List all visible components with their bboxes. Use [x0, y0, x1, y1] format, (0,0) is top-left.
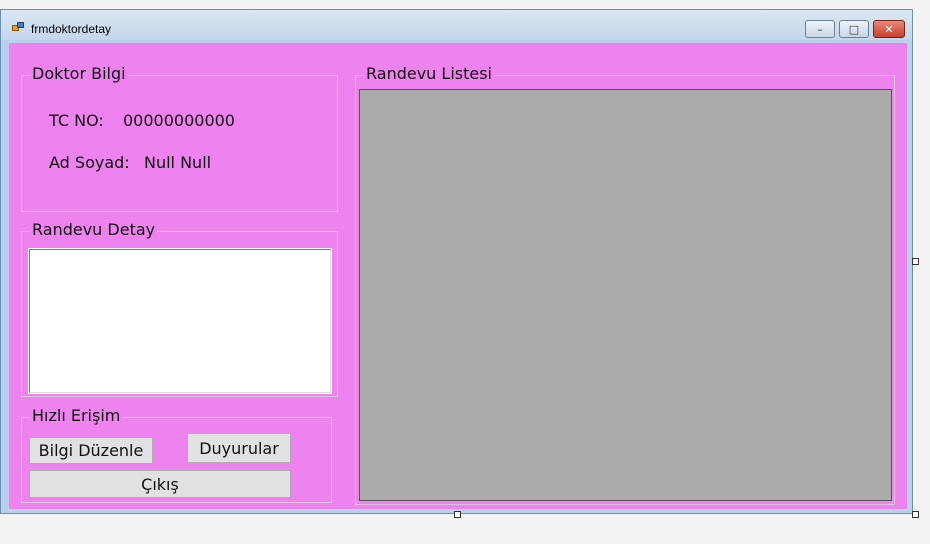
window-title: frmdoktordetay [31, 22, 112, 36]
app-icon [12, 22, 24, 32]
resize-handle-corner[interactable] [912, 511, 919, 518]
randevu-detay-textbox[interactable] [28, 248, 332, 394]
resize-handle-bottom[interactable] [454, 511, 461, 518]
minimize-button[interactable]: – [805, 20, 835, 38]
tc-no-value: 00000000000 [123, 111, 235, 130]
form-window: frmdoktordetay – □ ✕ Doktor Bilgi TC NO:… [0, 9, 913, 514]
form-client-area: Doktor Bilgi TC NO: 00000000000 Ad Soyad… [9, 43, 907, 509]
maximize-button[interactable]: □ [839, 20, 869, 38]
randevu-listesi-title: Randevu Listesi [364, 64, 494, 83]
tc-no-label: TC NO: [49, 111, 104, 130]
ad-soyad-value: Null Null [144, 153, 212, 172]
bilgi-duzenle-button[interactable]: Bilgi Düzenle [29, 437, 153, 464]
randevu-detay-title: Randevu Detay [30, 220, 158, 239]
cikis-button[interactable]: Çıkış [29, 470, 291, 498]
ad-soyad-label: Ad Soyad: [49, 153, 130, 172]
doktor-bilgi-title: Doktor Bilgi [30, 64, 128, 83]
randevu-listesi-datagrid[interactable] [359, 89, 892, 501]
title-bar[interactable]: frmdoktordetay – □ ✕ [1, 10, 912, 40]
hizli-erisim-title: Hızlı Erişim [30, 406, 123, 425]
resize-handle-right[interactable] [912, 258, 919, 265]
duyurular-button[interactable]: Duyurular [187, 433, 291, 463]
close-button[interactable]: ✕ [873, 20, 905, 38]
doktor-bilgi-group: Doktor Bilgi [21, 65, 338, 212]
